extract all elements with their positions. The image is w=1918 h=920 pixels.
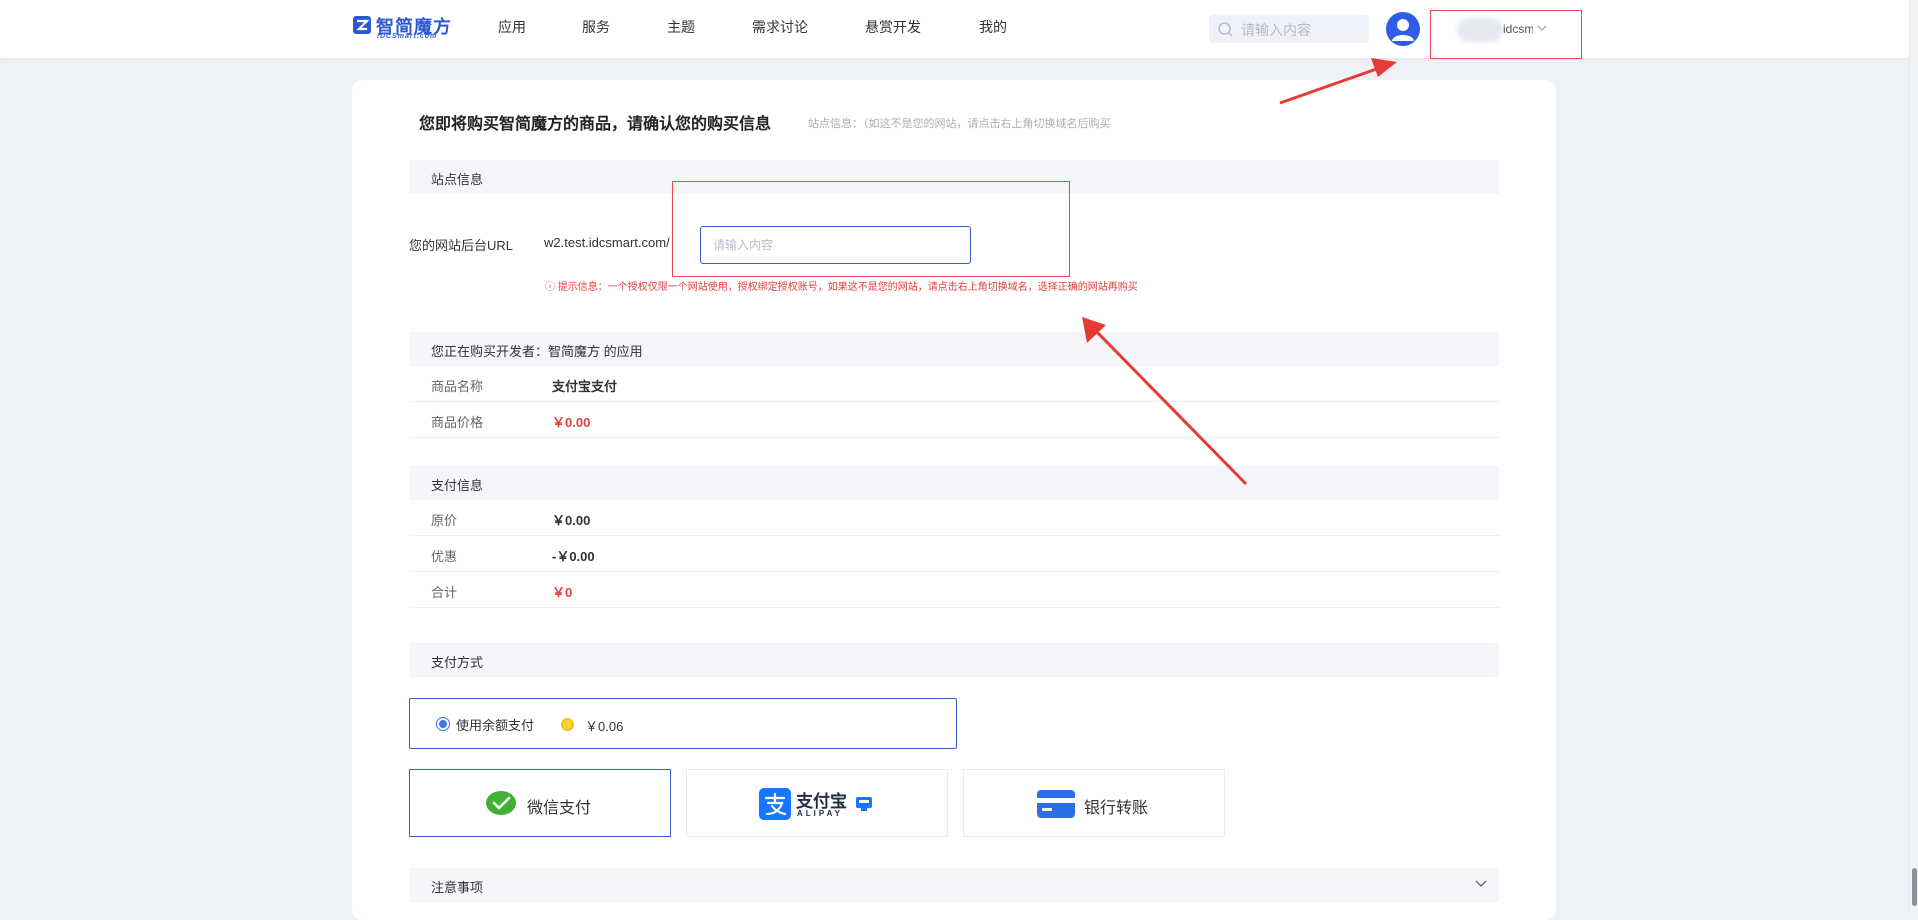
chevron-down-icon — [1537, 25, 1547, 31]
product-header: 您正在购买开发者：智简魔方 的应用 — [409, 332, 1499, 366]
notes-title: 注意事项 — [431, 880, 484, 895]
logo-mark-icon — [353, 16, 371, 34]
total-label: 合计 — [431, 585, 458, 600]
top-navbar: 智简魔方 IDCSmart.com 应用 服务 主题 需求讨论 悬赏开发 我的 … — [0, 0, 1918, 59]
product-name-value: 支付宝支付 — [552, 379, 618, 394]
balance-radio[interactable] — [436, 717, 450, 731]
wechat-icon — [486, 791, 516, 815]
purchase-card: 您即将购买智简魔方的商品，请确认您的购买信息 站点信息：（如这不是您的网站，请点… — [352, 80, 1556, 920]
payment-info-title: 支付信息 — [431, 478, 484, 493]
alipay-en-label: ALIPAY — [797, 809, 844, 818]
blurred-username — [1457, 18, 1503, 42]
total-row: 合计 ￥0 — [409, 572, 1499, 608]
search-box — [1209, 15, 1369, 45]
alipay-icon — [759, 788, 791, 820]
license-tip: ⓘ 提示信息：一个授权仅限一个网站使用，授权绑定授权账号，如果这不是您的网站，请… — [545, 282, 1138, 293]
discount-label: 优惠 — [431, 549, 458, 564]
wechat-pay-button[interactable]: 微信支付 — [409, 769, 671, 837]
user-menu-annotation-box[interactable]: idcsm — [1430, 10, 1582, 59]
user-icon — [1392, 19, 1414, 41]
bank-card-icon — [1037, 790, 1075, 818]
nav-services[interactable]: 服务 — [582, 17, 610, 37]
notes-section[interactable]: 注意事项 — [409, 868, 1499, 902]
search-input[interactable] — [1239, 15, 1367, 45]
nav-requirements[interactable]: 需求讨论 — [752, 17, 808, 37]
product-price-label: 商品价格 — [431, 415, 484, 430]
product-price-value: ￥0.00 — [552, 415, 591, 430]
balance-pay-option[interactable]: 使用余额支付 ￥0.06 — [409, 698, 957, 749]
page-title-note: 站点信息：（如这不是您的网站，请点击右上角切换域名后购买 — [808, 118, 1111, 130]
user-avatar[interactable] — [1386, 12, 1420, 46]
nav-mine[interactable]: 我的 — [979, 17, 1007, 37]
page-title: 您即将购买智简魔方的商品，请确认您的购买信息 — [419, 116, 772, 133]
url-domain: w2.test.idcsmart.com/ — [544, 235, 670, 250]
username: idcsm — [1503, 22, 1533, 36]
url-label: 您的网站后台URL — [409, 238, 514, 253]
nav-themes[interactable]: 主题 — [667, 17, 695, 37]
payment-method-title: 支付方式 — [431, 655, 484, 670]
coin-icon — [561, 718, 574, 731]
wechat-pay-label: 微信支付 — [527, 800, 592, 817]
balance-pay-label: 使用余额支付 — [456, 718, 535, 733]
product-section-title: 您正在购买开发者：智简魔方 的应用 — [431, 344, 643, 359]
balance-amount: ￥0.06 — [585, 719, 624, 734]
nav-bounty[interactable]: 悬赏开发 — [865, 17, 921, 37]
search-icon[interactable] — [1217, 21, 1234, 38]
chevron-down-icon[interactable] — [1475, 879, 1487, 888]
bank-transfer-button[interactable]: 银行转账 — [963, 769, 1225, 837]
product-name-row: 商品名称 支付宝支付 — [409, 366, 1499, 402]
payment-info-header: 支付信息 — [409, 466, 1499, 500]
original-price-row: 原价 ￥0.00 — [409, 500, 1499, 536]
product-price-row: 商品价格 ￥0.00 — [409, 402, 1499, 438]
annotation-highlight-box — [672, 181, 1070, 277]
discount-value: -￥0.00 — [552, 549, 595, 564]
alipay-button[interactable]: 支付宝 ALIPAY — [686, 769, 948, 837]
bank-transfer-label: 银行转账 — [1084, 800, 1149, 817]
nav-apps[interactable]: 应用 — [498, 17, 526, 37]
site-info-title: 站点信息 — [431, 172, 484, 187]
logo-subtext: IDCSmart.com — [377, 33, 438, 40]
payment-method-header: 支付方式 — [409, 643, 1499, 677]
page-scrollbar[interactable] — [1909, 0, 1918, 909]
product-name-label: 商品名称 — [431, 379, 484, 394]
original-price-value: ￥0.00 — [552, 513, 591, 528]
alipay-badge-icon — [856, 797, 872, 811]
total-value: ￥0 — [552, 585, 573, 600]
discount-row: 优惠 -￥0.00 — [409, 536, 1499, 572]
original-price-label: 原价 — [431, 513, 458, 528]
scrollbar-thumb[interactable] — [1912, 868, 1917, 906]
